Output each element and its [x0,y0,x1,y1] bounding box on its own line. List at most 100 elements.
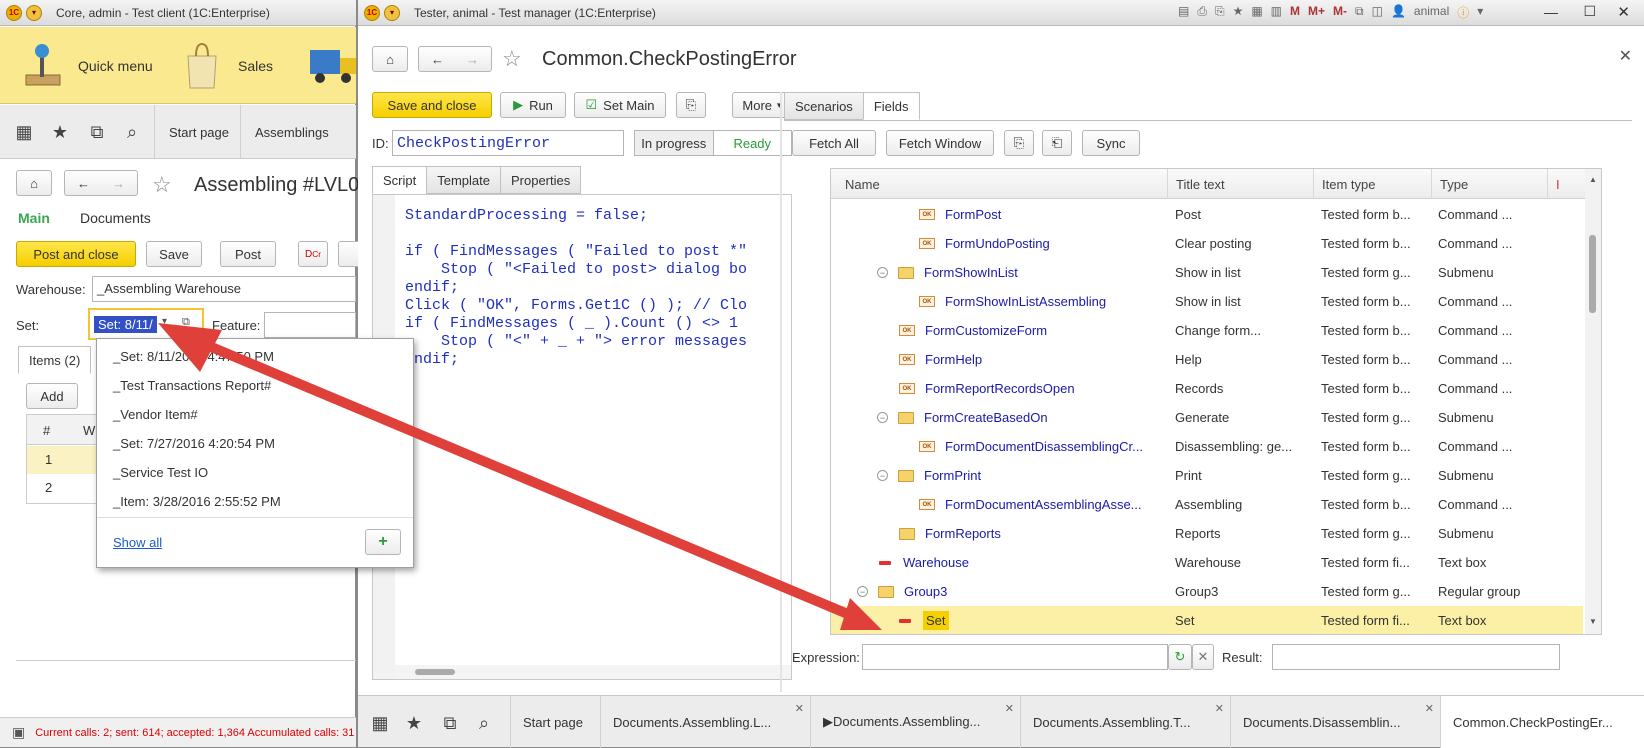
cell-item-type[interactable]: Tested form b... [1321,200,1433,229]
expression-field[interactable] [862,644,1168,670]
cell-title-text[interactable]: Disassembling: ge... [1175,432,1315,461]
set-open-icon[interactable]: ⧉ [182,316,190,329]
set-dropdown-arrow-icon[interactable]: ▾ [162,316,167,327]
cell-title-text[interactable]: Group3 [1175,577,1315,606]
cell-type[interactable]: Submenu [1438,461,1548,490]
cell-item-type[interactable]: Tested form b... [1321,229,1433,258]
cell-type[interactable]: Command ... [1438,345,1548,374]
cell-type[interactable]: Text box [1438,606,1548,634]
cell-name[interactable]: FormReports [899,519,1167,548]
tab-scenarios[interactable]: Scenarios [784,92,864,120]
horizontal-scrollbar[interactable] [395,665,791,679]
apps-grid-icon[interactable]: ▦ [368,711,392,735]
add-new-button[interactable]: + [365,529,401,555]
tool-icon[interactable]: ▥ [1271,4,1282,21]
cell-title-text[interactable]: Post [1175,200,1315,229]
dropdown-item[interactable]: _Service Test IO [113,465,208,480]
table-row[interactable]: − FormShowInList Show in list Tested form g… [831,258,1583,287]
dropdown-item[interactable]: _Set: 8/11/2016 4:47:50 PM [113,349,274,364]
column-header[interactable]: W [83,423,95,438]
cell-type[interactable]: Command ... [1438,374,1548,403]
close-tab-icon[interactable]: ✕ [1425,702,1434,715]
clear-expression-icon[interactable]: ✕ [1192,644,1214,670]
tool-icon[interactable]: ⎙ [1197,4,1207,21]
cell-type[interactable]: Regular group [1438,577,1548,606]
dropdown-item[interactable]: _Set: 7/27/2016 4:20:54 PM [113,436,275,451]
cell-type[interactable]: Command ... [1438,432,1548,461]
cell-name[interactable]: OK FormCustomizeForm [899,316,1167,345]
favorite-star-icon[interactable]: ☆ [502,46,522,72]
table-row[interactable]: OK FormCustomizeForm Change form... Tested … [831,316,1583,345]
collapse-icon[interactable]: − [877,412,888,423]
table-row[interactable]: OK FormShowInListAssembling Show in list Te… [831,287,1583,316]
vertical-scrollbar[interactable]: ▲ ▼ [1585,169,1601,634]
save-button[interactable]: Save [146,241,202,267]
table-row[interactable]: Warehouse Warehouse Tested form fi... Text … [831,548,1583,577]
inspect-icon[interactable]: ⎘ [676,92,706,118]
tab-start-page[interactable]: Start page [510,696,600,748]
scrollbar-thumb[interactable] [1589,235,1596,313]
run-button[interactable]: ▶ Run [500,92,566,118]
cell-name[interactable]: Warehouse [879,548,1167,577]
favorite-star-icon[interactable]: ☆ [152,172,172,198]
back-arrow-icon[interactable]: ← [77,176,90,191]
collapse-icon[interactable]: − [877,470,888,481]
tab-fields[interactable]: Fields [862,92,920,120]
tab-open-window[interactable]: Documents.Assembling.L... ✕ [600,696,810,748]
history-icon[interactable]: ⧉ [438,711,462,735]
evaluate-refresh-icon[interactable]: ↻ [1168,644,1192,670]
table-row[interactable]: 2 [27,474,97,502]
cell-name[interactable]: OK FormHelp [899,345,1167,374]
back-forward-buttons[interactable]: ← → [418,46,492,72]
panel-icon[interactable]: ◫ [1372,4,1383,21]
section-quick-menu[interactable]: Quick menu [18,27,153,104]
cell-item-type[interactable]: Tested form g... [1321,461,1433,490]
cell-name[interactable]: OK FormDocumentAssemblingAsse... [919,490,1167,519]
search-icon[interactable]: ⌕ [120,120,144,144]
home-button[interactable]: ⌂ [372,46,408,72]
cell-item-type[interactable]: Tested form b... [1321,432,1433,461]
column-name[interactable]: Name [831,169,1167,199]
table-row[interactable]: 1 [27,446,97,474]
cell-item-type[interactable]: Tested form b... [1321,490,1433,519]
cell-title-text[interactable]: Assembling [1175,490,1315,519]
cell-item-type[interactable]: Tested form g... [1321,577,1433,606]
cell-title-text[interactable]: Records [1175,374,1315,403]
dropdown-item[interactable]: _Test Transactions Report# [113,378,271,393]
scrollbar-thumb[interactable] [415,669,455,675]
show-all-link[interactable]: Show all [113,535,162,550]
cell-item-type[interactable]: Tested form g... [1321,403,1433,432]
home-button[interactable]: ⌂ [16,170,52,196]
close-tab-icon[interactable]: ✕ [795,702,804,715]
scroll-up-icon[interactable]: ▲ [1589,175,1597,184]
tool-icon[interactable]: ▤ [1178,4,1189,21]
table-row[interactable]: OK FormDocumentAssemblingAsse... Assemblin… [831,490,1583,519]
section-truck[interactable] [310,27,356,104]
cell-item-type[interactable]: Tested form fi... [1321,606,1433,634]
table-row[interactable]: OK FormUndoPosting Clear posting Tested for… [831,229,1583,258]
cell-type[interactable]: Text box [1438,548,1548,577]
cell-name[interactable]: − FormCreateBasedOn [877,403,1145,432]
cell-name[interactable]: OK FormDocumentDisassemblingCr... [919,432,1167,461]
column-header[interactable]: # [43,423,50,438]
cell-item-type[interactable]: Tested form fi... [1321,548,1433,577]
post-and-close-button[interactable]: Post and close [16,241,136,267]
table-row[interactable]: − Group3 Group3 Tested form g... Regular gro… [831,577,1583,606]
fetch-all-button[interactable]: Fetch All [792,130,876,156]
memory-m-button[interactable]: M [1290,4,1300,21]
table-row[interactable]: OK FormReportRecordsOpen Records Tested for… [831,374,1583,403]
column-title-text[interactable]: Title text [1167,169,1313,199]
cell-name[interactable]: − FormShowInList [877,258,1145,287]
window-icon[interactable]: ⧉ [1355,4,1364,21]
tool-icon[interactable]: ★ [1233,4,1244,21]
more-button[interactable]: More▾ [732,92,792,118]
collapse-icon[interactable]: − [877,267,888,278]
back-arrow-icon[interactable]: ← [431,52,444,67]
set-main-button[interactable]: ☑ Set Main [574,92,666,118]
cell-item-type[interactable]: Tested form b... [1321,287,1433,316]
column-type[interactable]: Type [1431,169,1547,199]
collapse-icon[interactable]: − [857,586,868,597]
tab-open-window[interactable]: ▶Documents.Assembling... ✕ [810,696,1020,748]
subtab-documents[interactable]: Documents [80,210,151,226]
posting-report-icon[interactable]: D Cr [298,241,328,267]
